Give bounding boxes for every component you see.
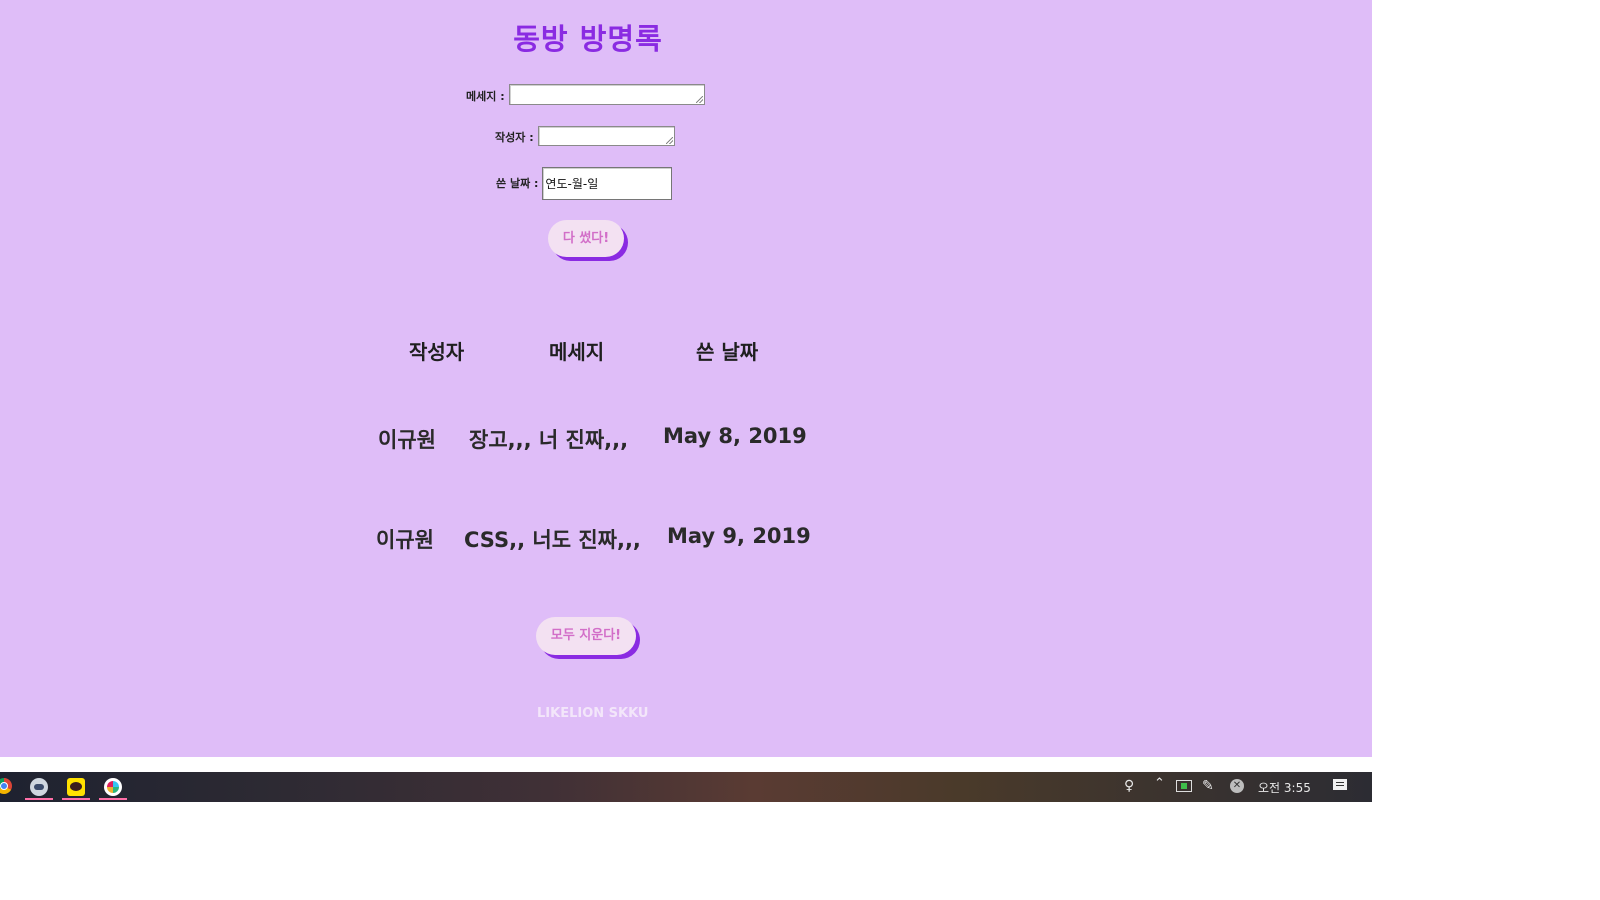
chrome-icon[interactable] [0,778,12,794]
people-icon[interactable]: ♀ [1124,778,1134,794]
row-1-author: 이규원 [378,428,436,452]
message-label: 메세지 : [466,90,505,103]
pen-icon[interactable]: ✎ [1202,778,1214,794]
close-circle-icon[interactable]: ✕ [1230,779,1244,793]
date-input[interactable]: 연도-월-일 [542,167,673,200]
header-date: 쓴 날짜 [696,340,759,364]
footer-text: LIKELION SKKU [537,706,649,721]
date-label: 쓴 날짜 : [496,177,539,190]
row-2-date: May 9, 2019 [667,524,811,548]
message-textarea[interactable] [508,84,705,105]
date-input-value: 연도-월-일 [545,177,599,191]
clear-all-button[interactable]: 모두 지운다! [536,617,636,655]
author-label: 작성자 : [495,131,534,144]
message-row: 메세지 : [466,84,705,105]
header-message: 메세지 [549,340,605,364]
app-icon[interactable] [30,778,48,796]
row-2-message: CSS,, 너도 진짜,,, [464,528,641,552]
guestbook-page: 동방 방명록 메세지 : 작성자 : 쓴 날짜 : 연도-월-일 다 썼다! 작… [0,0,1372,757]
slack-icon[interactable] [104,778,122,796]
author-row: 작성자 : [495,126,675,146]
notification-icon[interactable] [1333,779,1347,790]
clock[interactable]: 오전 3:55 [1258,779,1311,796]
page-title: 동방 방명록 [513,22,663,56]
submit-button[interactable]: 다 썼다! [548,220,624,257]
kakaotalk-icon[interactable] [67,778,85,796]
row-1-message: 장고,,, 너 진짜,,, [469,428,629,452]
app-active-indicator [25,798,53,800]
header-author: 작성자 [409,340,465,364]
author-textarea[interactable] [537,126,675,146]
kakaotalk-active-indicator [62,798,90,800]
taskbar: ♀ ⌃ ✎ ✕ 오전 3:55 [0,772,1372,802]
chevron-up-icon[interactable]: ⌃ [1154,776,1165,791]
row-2-author: 이규원 [376,528,434,552]
date-row: 쓴 날짜 : 연도-월-일 [496,167,673,200]
row-1-date: May 8, 2019 [663,424,807,448]
battery-icon[interactable] [1176,780,1192,792]
slack-active-indicator [99,798,127,800]
